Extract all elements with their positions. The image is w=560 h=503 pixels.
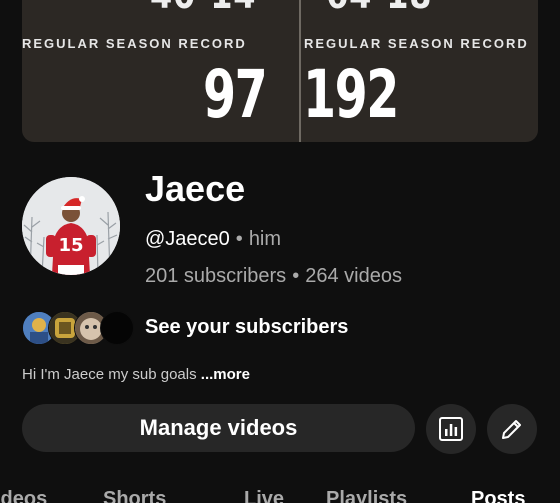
channel-handle: @Jaece0 — [145, 228, 230, 250]
banner-right-top-number: 64-18 — [326, 0, 432, 18]
subscriber-count: 201 subscribers — [145, 265, 287, 287]
subscriber-avatars[interactable] — [22, 311, 142, 345]
channel-bio[interactable]: Hi I'm Jaece my sub goals ...more — [22, 366, 250, 383]
tab-posts[interactable]: Posts — [471, 488, 525, 503]
channel-avatar[interactable]: 15 — [22, 177, 120, 275]
svg-text:15: 15 — [58, 235, 83, 256]
separator-dot: • — [235, 228, 243, 250]
pencil-icon — [502, 420, 521, 439]
banner-left-big-number: 97 — [203, 56, 268, 133]
stats-row: 201 subscribers • 264 videos — [145, 265, 402, 288]
tab-playlists[interactable]: Playlists — [326, 488, 407, 503]
channel-page: 40-14 64-18 REGULAR SEASON RECORD REGULA… — [0, 0, 560, 503]
analytics-icon — [439, 417, 463, 441]
banner-left-caption: REGULAR SEASON RECORD — [22, 36, 247, 51]
channel-pronoun: him — [248, 228, 282, 250]
tab-videos[interactable]: Videos — [0, 488, 47, 503]
channel-name: Jaece — [145, 168, 246, 209]
banner-right-caption: REGULAR SEASON RECORD — [304, 36, 529, 51]
banner-right-big-number: 192 — [303, 56, 399, 133]
manage-videos-button[interactable]: Manage videos — [22, 404, 415, 452]
avatar-image: 15 — [22, 177, 120, 275]
channel-banner[interactable]: 40-14 64-18 REGULAR SEASON RECORD REGULA… — [22, 0, 538, 142]
analytics-button[interactable] — [426, 404, 476, 454]
bio-text: Hi I'm Jaece my sub goals — [22, 366, 197, 383]
bio-more-link[interactable]: ...more — [201, 366, 250, 383]
video-count: 264 videos — [305, 265, 402, 287]
banner-divider — [299, 0, 301, 142]
tab-live[interactable]: Live — [244, 488, 284, 503]
channel-tabs: Videos Shorts Live Playlists Posts — [0, 488, 560, 503]
tab-shorts[interactable]: Shorts — [103, 488, 166, 503]
banner-left-top-number: 40-14 — [150, 0, 256, 18]
subscriber-avatar — [100, 311, 134, 345]
handle-row: @Jaece0 • him — [145, 228, 281, 251]
separator-dot: • — [292, 265, 300, 287]
edit-channel-button[interactable] — [487, 404, 537, 454]
see-subscribers-link[interactable]: See your subscribers — [145, 316, 348, 339]
